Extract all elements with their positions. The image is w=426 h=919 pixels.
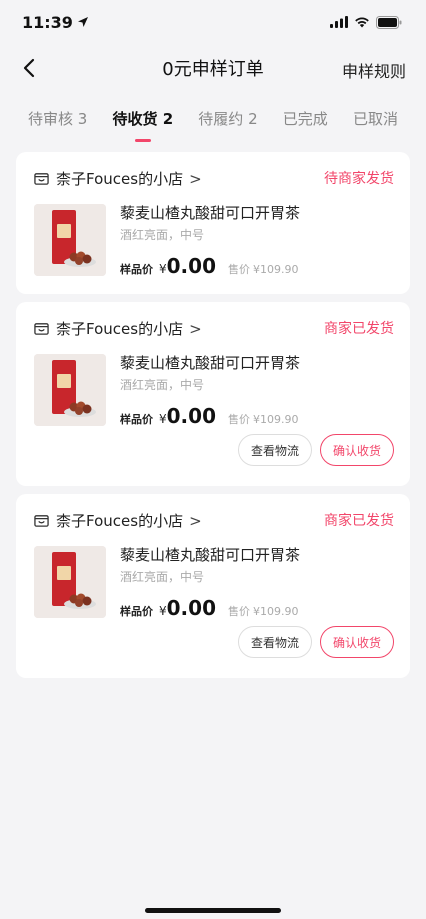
order-card[interactable]: 柰子Fouces的小店 > 商家已发货 藜麦山楂丸酸甜可口开胃茶 酒红亮面，中号 … <box>16 302 410 486</box>
sample-price-currency: ¥ <box>159 604 167 618</box>
tab-pending-review[interactable]: 待审核 3 <box>28 104 87 136</box>
shop-name: 柰子Fouces的小店 <box>56 512 184 530</box>
order-card-header: 柰子Fouces的小店 > 待商家发货 <box>16 152 410 204</box>
status-icons <box>330 15 402 29</box>
price-row: 样品价 ¥ 0.00 售价 ¥109.90 <box>120 596 299 620</box>
home-indicator[interactable] <box>145 908 281 913</box>
sample-rules-link[interactable]: 申样规则 <box>342 58 406 82</box>
product-tea-box-image <box>34 204 106 276</box>
sale-price: ¥109.90 <box>253 413 299 426</box>
signal-icon <box>330 16 348 28</box>
product-name[interactable]: 藜麦山楂丸酸甜可口开胃茶 <box>120 544 300 565</box>
confirm-receipt-button[interactable]: 确认收货 <box>320 434 394 466</box>
product-name[interactable]: 藜麦山楂丸酸甜可口开胃茶 <box>120 202 300 223</box>
confirm-receipt-button[interactable]: 确认收货 <box>320 626 394 658</box>
tab-completed[interactable]: 已完成 <box>283 104 328 136</box>
sample-price: 0.00 <box>166 596 216 620</box>
sale-price-label: 售价 <box>228 605 250 618</box>
status-time: 11:39 <box>22 13 89 32</box>
product-tea-box-image <box>34 354 106 426</box>
wifi-icon <box>355 17 369 28</box>
sample-price: 0.00 <box>166 404 216 428</box>
shop-icon <box>34 323 49 335</box>
status-time-text: 11:39 <box>22 12 73 32</box>
tab-pending-fulfillment[interactable]: 待履约 2 <box>198 104 257 136</box>
view-logistics-button[interactable]: 查看物流 <box>238 434 312 466</box>
order-status: 商家已发货 <box>324 321 394 337</box>
sample-price: 0.00 <box>166 254 216 278</box>
product-spec: 酒红亮面，中号 <box>120 228 205 242</box>
order-status: 待商家发货 <box>324 171 394 187</box>
tab-cancelled[interactable]: 已取消 <box>353 104 398 136</box>
product-name[interactable]: 藜麦山楂丸酸甜可口开胃茶 <box>120 352 300 373</box>
sample-price-currency: ¥ <box>159 262 167 276</box>
chevron-right-icon: > <box>189 512 202 530</box>
page-title: 0元申样订单 <box>162 59 264 80</box>
sale-price: ¥109.90 <box>253 263 299 276</box>
shop-name-link[interactable]: 柰子Fouces的小店 > <box>56 318 202 339</box>
product-image[interactable] <box>34 354 106 426</box>
price-row: 样品价 ¥ 0.00 售价 ¥109.90 <box>120 404 299 428</box>
sample-price-label: 样品价 <box>120 263 153 276</box>
shop-icon <box>34 173 49 185</box>
shop-icon <box>34 515 49 527</box>
sale-price: ¥109.90 <box>253 605 299 618</box>
order-card-header: 柰子Fouces的小店 > 商家已发货 <box>16 302 410 354</box>
order-status: 商家已发货 <box>324 513 394 529</box>
order-card-header: 柰子Fouces的小店 > 商家已发货 <box>16 494 410 546</box>
tab-pending-receipt[interactable]: 待收货 2 <box>112 104 173 136</box>
sale-price-label: 售价 <box>228 263 250 276</box>
battery-icon <box>376 15 402 29</box>
product-image[interactable] <box>34 546 106 618</box>
sale-price-label: 售价 <box>228 413 250 426</box>
shop-name-link[interactable]: 柰子Fouces的小店 > <box>56 168 202 189</box>
location-arrow-icon <box>77 17 88 27</box>
view-logistics-button[interactable]: 查看物流 <box>238 626 312 658</box>
order-card[interactable]: 柰子Fouces的小店 > 待商家发货 藜麦山楂丸酸甜可口开胃茶 酒红亮面，中号 … <box>16 152 410 294</box>
shop-name: 柰子Fouces的小店 <box>56 170 184 188</box>
status-bar: 11:39 <box>0 0 426 44</box>
product-spec: 酒红亮面，中号 <box>120 378 205 392</box>
chevron-left-icon[interactable] <box>18 56 42 80</box>
sample-price-currency: ¥ <box>159 412 167 426</box>
nav-bar: 0元申样订单 申样规则 <box>0 48 426 88</box>
sample-price-label: 样品价 <box>120 605 153 618</box>
sample-price-label: 样品价 <box>120 413 153 426</box>
chevron-right-icon: > <box>189 320 202 338</box>
price-row: 样品价 ¥ 0.00 售价 ¥109.90 <box>120 254 299 278</box>
shop-name-link[interactable]: 柰子Fouces的小店 > <box>56 510 202 531</box>
order-card[interactable]: 柰子Fouces的小店 > 商家已发货 藜麦山楂丸酸甜可口开胃茶 酒红亮面，中号 … <box>16 494 410 678</box>
product-spec: 酒红亮面，中号 <box>120 570 205 584</box>
product-tea-box-image <box>34 546 106 618</box>
chevron-right-icon: > <box>189 170 202 188</box>
order-tabs: 待审核 3 待收货 2 待履约 2 已完成 已取消 <box>0 104 426 144</box>
shop-name: 柰子Fouces的小店 <box>56 320 184 338</box>
product-image[interactable] <box>34 204 106 276</box>
